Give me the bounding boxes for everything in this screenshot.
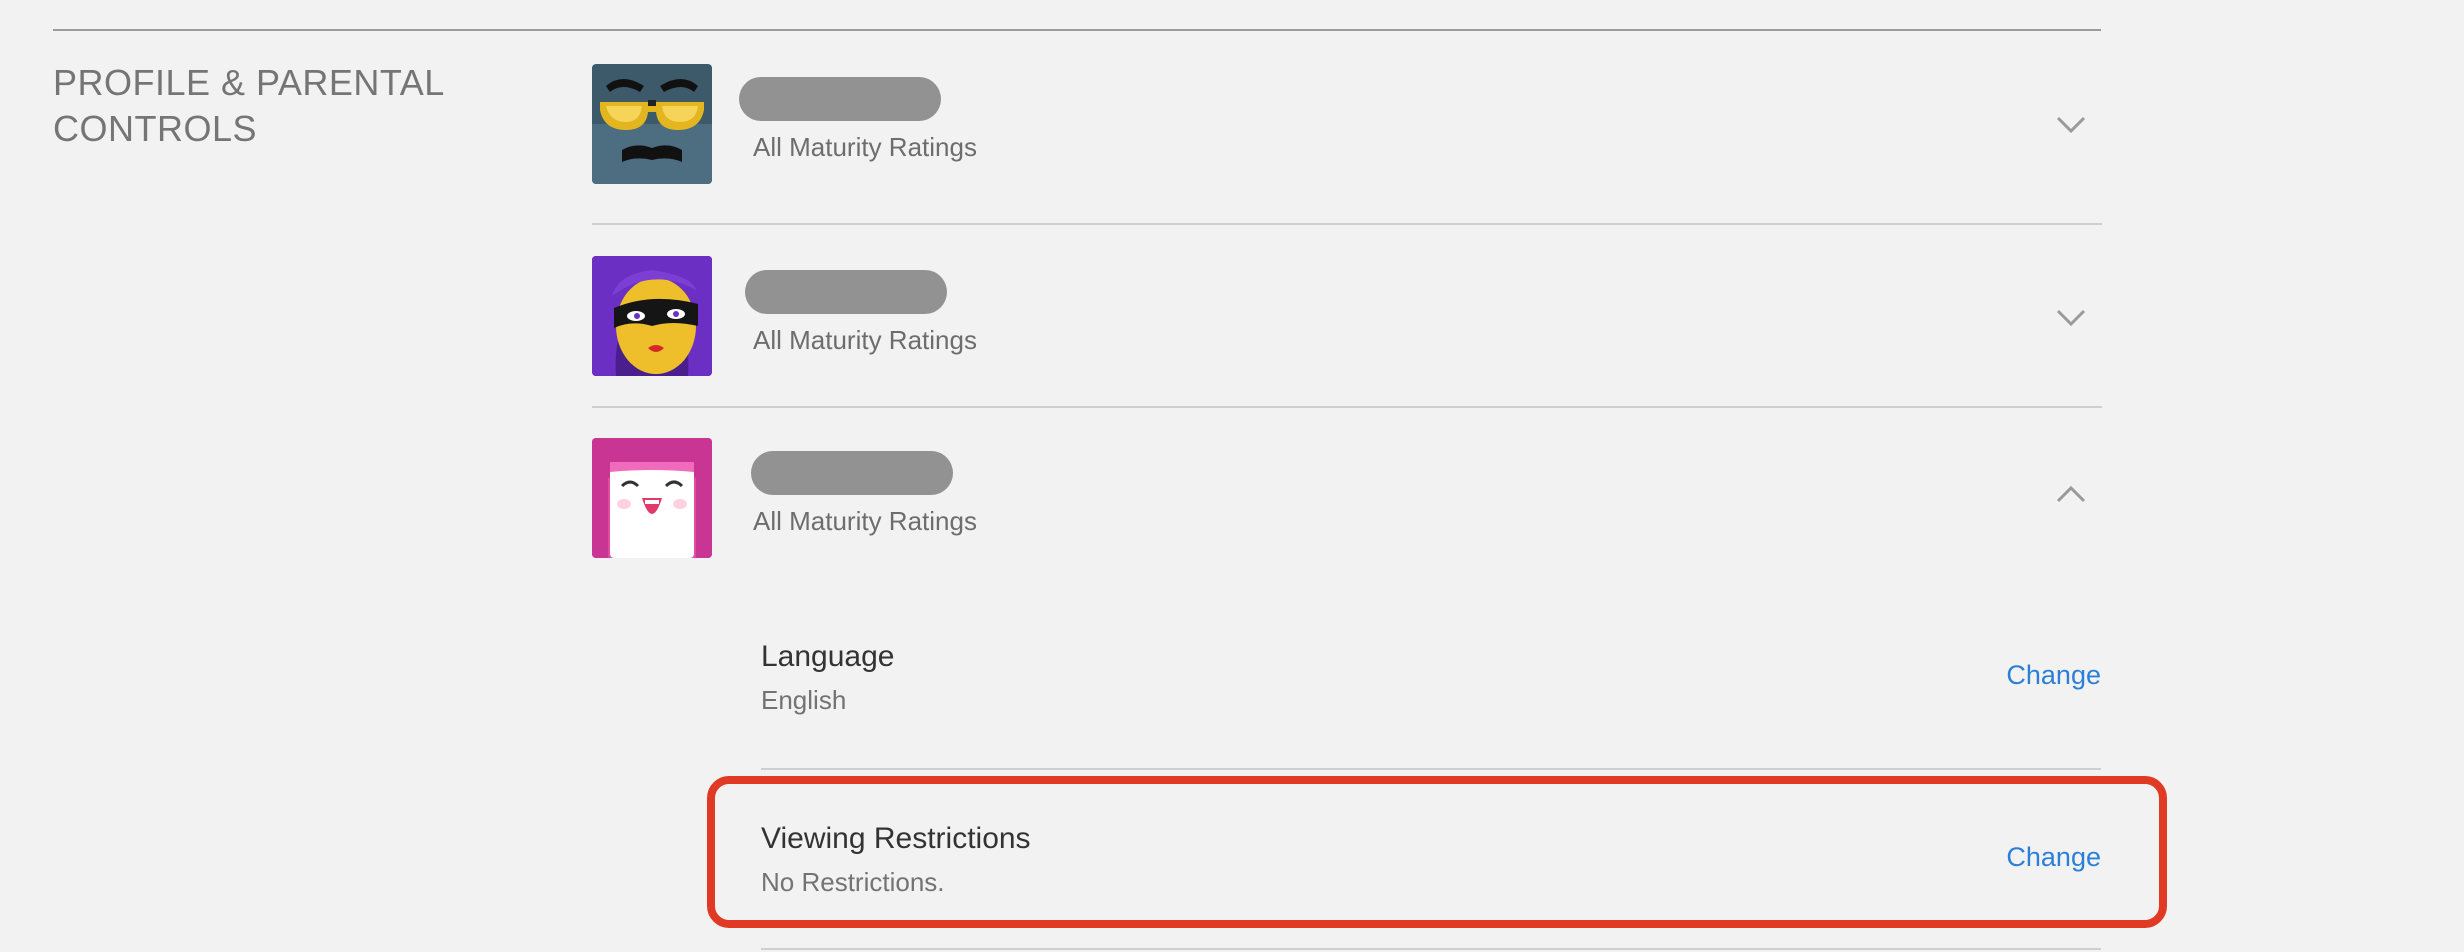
setting-divider — [761, 768, 2101, 770]
chevron-down-icon[interactable] — [2055, 115, 2087, 135]
profile-divider — [592, 406, 2102, 408]
setting-divider — [761, 948, 2101, 950]
highlight-box — [707, 776, 2167, 928]
masked-woman-avatar-icon — [592, 256, 712, 376]
profile-maturity-rating: All Maturity Ratings — [753, 132, 977, 162]
profile-name-redacted — [739, 77, 941, 121]
top-divider — [53, 29, 2101, 31]
pink-hair-laughing-avatar-icon — [592, 438, 712, 558]
profile-row[interactable]: All Maturity Ratings — [592, 62, 2102, 186]
chevron-up-icon[interactable] — [2055, 484, 2087, 504]
profile-row[interactable]: All Maturity Ratings — [592, 437, 2102, 561]
profile-name-redacted — [751, 451, 953, 495]
section-title: PROFILE & PARENTAL CONTROLS — [53, 62, 444, 149]
sunglasses-mustache-avatar-icon — [592, 64, 712, 184]
profile-maturity-rating: All Maturity Ratings — [753, 325, 977, 355]
setting-value: English — [761, 685, 847, 715]
setting-row-language: Language English Change — [761, 638, 2101, 718]
profile-name-redacted — [745, 270, 947, 314]
setting-label: Language — [761, 640, 895, 673]
chevron-down-icon[interactable] — [2055, 308, 2087, 328]
profile-maturity-rating: All Maturity Ratings — [753, 506, 977, 536]
profile-row[interactable]: All Maturity Ratings — [592, 255, 2102, 379]
profile-divider — [592, 223, 2102, 225]
change-language-link[interactable]: Change — [2006, 660, 2101, 691]
